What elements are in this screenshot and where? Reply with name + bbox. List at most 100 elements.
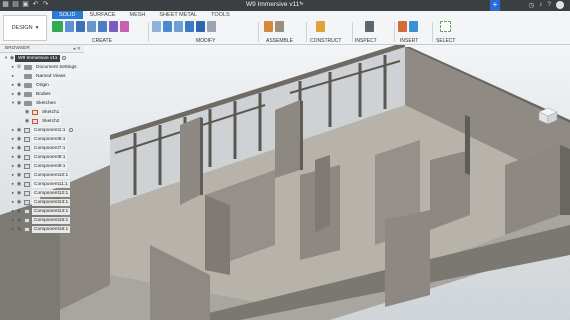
- root-label: W9 Immersive v11: [15, 54, 61, 62]
- file-icon[interactable]: ▤: [12, 1, 19, 8]
- undo-icon[interactable]: ↶: [32, 1, 39, 8]
- eye-icon[interactable]: [16, 74, 22, 79]
- eye-icon[interactable]: ◉: [16, 163, 22, 169]
- tree-item-component[interactable]: ▸ ◉ Component10:1: [10, 171, 71, 179]
- fillet-icon[interactable]: [163, 21, 172, 32]
- eye-icon[interactable]: ◉: [16, 100, 22, 106]
- close-document-icon[interactable]: ×: [300, 1, 304, 8]
- redo-icon[interactable]: ↷: [42, 1, 49, 8]
- tab-tools[interactable]: TOOLS: [204, 11, 237, 19]
- clock-icon[interactable]: ◷: [528, 1, 534, 9]
- sketch-icon[interactable]: [65, 21, 74, 32]
- insert-menu[interactable]: INSERT: [400, 38, 418, 44]
- tree-item-component[interactable]: ▸ ◉ Component12:1: [10, 189, 71, 197]
- modify-menu[interactable]: MODIFY: [196, 38, 215, 44]
- inspect-group: INSPECT: [355, 20, 395, 45]
- select-menu[interactable]: SELECT: [436, 38, 455, 44]
- chamfer-icon[interactable]: [174, 21, 183, 32]
- eye-icon[interactable]: ◉: [24, 118, 30, 124]
- collapse-panel-icon[interactable]: ◂ ✕: [73, 45, 81, 53]
- as-built-joint-icon[interactable]: [275, 21, 284, 32]
- new-tab-button[interactable]: +: [490, 0, 500, 11]
- measure-icon[interactable]: [365, 21, 374, 32]
- create-menu[interactable]: CREATE: [92, 38, 112, 44]
- tree-item-component[interactable]: ▸ ◉ Component7:1: [10, 144, 68, 152]
- tree-item-component[interactable]: ▸ ◉ Component1:1: [10, 126, 74, 134]
- eye-icon[interactable]: ◉: [16, 82, 22, 88]
- insert-group: INSERT: [398, 20, 432, 45]
- eye-icon[interactable]: ◉: [16, 91, 22, 97]
- tab-sheet-metal[interactable]: SHEET METAL: [152, 11, 204, 19]
- eye-icon[interactable]: ◉: [16, 136, 22, 142]
- tree-item-sketches[interactable]: ▾ ◉ Sketches: [10, 99, 58, 107]
- joint-icon[interactable]: [264, 21, 273, 32]
- eye-icon[interactable]: ◉: [16, 154, 22, 160]
- assemble-menu[interactable]: ASSEMBLE: [266, 38, 293, 44]
- workspace-label: DESIGN: [11, 25, 33, 31]
- eye-icon[interactable]: ◉: [24, 109, 30, 115]
- move-icon[interactable]: [207, 21, 216, 32]
- eye-icon[interactable]: ◉: [16, 199, 22, 205]
- new-component-icon[interactable]: [52, 21, 63, 32]
- press-pull-icon[interactable]: [152, 21, 161, 32]
- activate-radio[interactable]: [62, 56, 67, 60]
- sweep-icon[interactable]: [98, 21, 107, 32]
- browser-header[interactable]: BROWSER ◂ ✕: [0, 45, 84, 53]
- workspace-switcher[interactable]: DESIGN ▾: [3, 15, 47, 41]
- eye-icon[interactable]: ◉: [16, 127, 22, 133]
- eye-icon[interactable]: ◉: [16, 145, 22, 151]
- tree-item-component[interactable]: ▸ ◉ Component16:1: [10, 225, 71, 233]
- tree-item-sketch2[interactable]: ◉ Sketch2: [24, 117, 62, 125]
- insert-derive-icon[interactable]: [398, 21, 407, 32]
- eye-icon[interactable]: ◉: [16, 172, 22, 178]
- combine-icon[interactable]: [196, 21, 205, 32]
- construct-menu[interactable]: CONSTRUCT: [310, 38, 341, 44]
- tab-solid[interactable]: SOLID: [52, 11, 83, 19]
- viewcube[interactable]: [538, 107, 558, 125]
- bell-icon[interactable]: ♪: [539, 1, 542, 9]
- offset-plane-icon[interactable]: [316, 21, 325, 32]
- tree-item-component[interactable]: ▸ ◉ Component9:1: [10, 162, 68, 170]
- tree-item-bodies[interactable]: ▸ ◉ Bodies: [10, 90, 53, 98]
- tree-item-component[interactable]: ▸ ◉ Component14:1: [10, 207, 71, 215]
- eye-icon[interactable]: ◉: [16, 181, 22, 187]
- tree-item-named-views[interactable]: ▸ Named Views: [10, 72, 68, 80]
- tree-root[interactable]: ▾ ◉ W9 Immersive v11: [3, 54, 67, 62]
- tree-item-component[interactable]: ▸ ◉ Component13:1: [10, 198, 71, 206]
- shell-icon[interactable]: [185, 21, 194, 32]
- eye-icon[interactable]: ◉: [16, 190, 22, 196]
- component-icon: [24, 145, 30, 151]
- tree-item-origin[interactable]: ▸ ◉ Origin: [10, 81, 51, 89]
- tree-item-component[interactable]: ▸ ◉ Component6:1: [10, 135, 68, 143]
- eye-icon[interactable]: ◉: [16, 226, 22, 232]
- tree-item-component[interactable]: ▸ ◉ Component11:1: [10, 180, 70, 188]
- eye-icon[interactable]: ◉: [16, 217, 22, 223]
- component-icon: [24, 136, 30, 142]
- canvas-viewport[interactable]: [0, 45, 570, 320]
- tree-item-component[interactable]: ▸ ◉ Component8:1: [10, 153, 68, 161]
- revolve-icon[interactable]: [87, 21, 96, 32]
- loft-icon[interactable]: [109, 21, 118, 32]
- save-icon[interactable]: ▣: [22, 1, 29, 8]
- folder-icon: [24, 91, 32, 97]
- form-icon[interactable]: [120, 21, 129, 32]
- select-box-icon[interactable]: [440, 21, 451, 32]
- tree-item-document-settings[interactable]: ▸ ⚙ Document Settings: [10, 63, 79, 71]
- inspect-menu[interactable]: INSPECT: [355, 38, 377, 44]
- avatar[interactable]: JL: [556, 1, 564, 9]
- 3d-model-scene[interactable]: [0, 45, 570, 320]
- tab-mesh[interactable]: MESH: [123, 11, 153, 19]
- activate-radio[interactable]: [69, 128, 74, 132]
- help-icon[interactable]: ?: [547, 1, 551, 9]
- eye-icon[interactable]: ◉: [16, 208, 22, 214]
- insert-image-icon[interactable]: [409, 21, 418, 32]
- grid-icon[interactable]: ▦: [2, 1, 9, 8]
- tab-surface[interactable]: SURFACE: [83, 11, 123, 19]
- select-group: SELECT: [436, 20, 466, 45]
- tree-item-sketch1[interactable]: ◉ Sketch1: [24, 108, 62, 116]
- tree-item-label: Component15:1: [32, 216, 71, 224]
- extrude-icon[interactable]: [76, 21, 85, 32]
- divider: [258, 22, 259, 42]
- divider: [394, 22, 395, 42]
- tree-item-component[interactable]: ▸ ◉ Component15:1: [10, 216, 71, 224]
